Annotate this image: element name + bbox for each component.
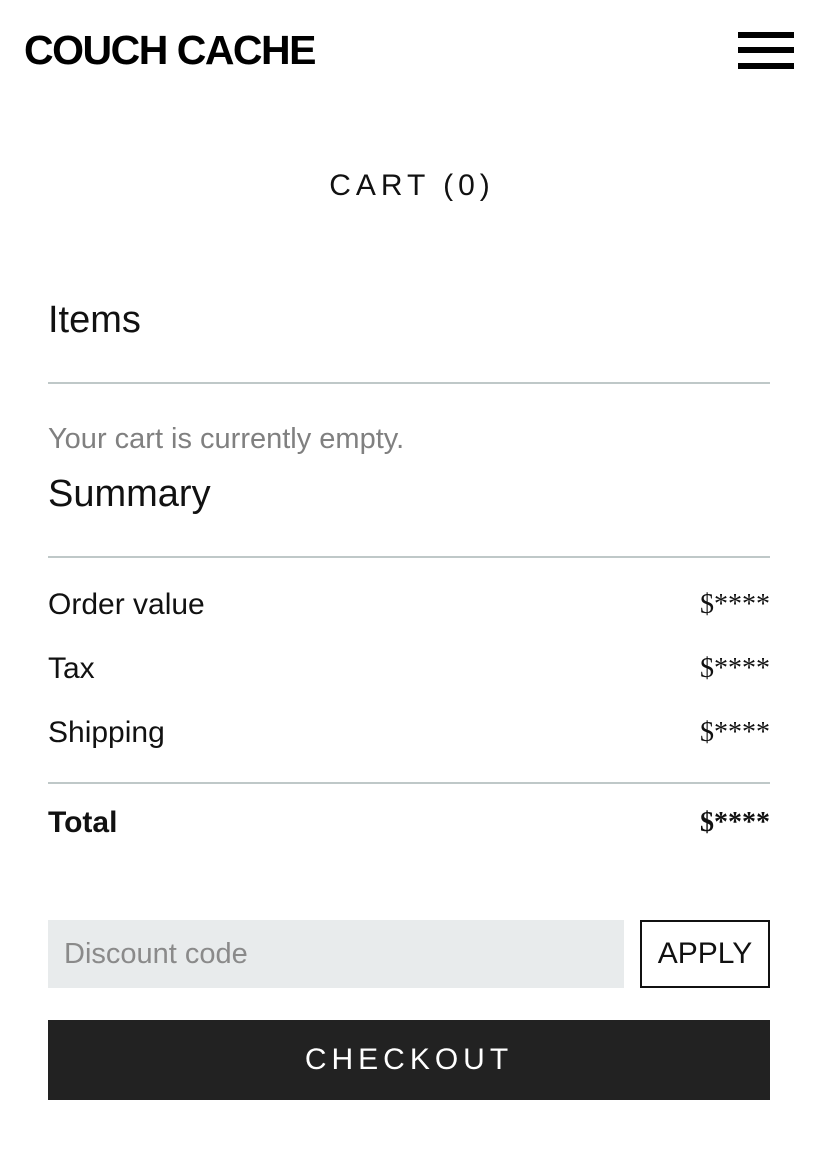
summary-row-label: Shipping (48, 716, 165, 749)
menu-bar-top (738, 32, 794, 38)
apply-discount-button[interactable]: APPLY (640, 920, 770, 988)
cart-title: CART (0) (329, 169, 495, 202)
summary-heading: Summary (48, 473, 211, 515)
summary-row-label: Order value (48, 588, 205, 621)
summary-row-value: $**** (700, 589, 770, 620)
summary-row-shipping: Shipping $**** (48, 713, 770, 753)
items-heading: Items (48, 299, 141, 341)
summary-row-label: Tax (48, 652, 95, 685)
total-label: Total (48, 806, 118, 839)
site-logo[interactable]: COUCH CACHE (24, 27, 317, 73)
hamburger-menu-icon[interactable] (738, 32, 794, 69)
summary-row-value: $**** (700, 653, 770, 684)
summary-row-tax: Tax $**** (48, 649, 770, 689)
empty-cart-message: Your cart is currently empty. (48, 423, 405, 455)
summary-row-order-value: Order value $**** (48, 585, 770, 625)
menu-bar-bottom (738, 63, 794, 69)
discount-code-input[interactable] (48, 920, 624, 988)
summary-divider (48, 556, 770, 558)
cart-page: COUCH CACHE CART (0) Items Your cart is … (0, 0, 824, 1152)
items-divider (48, 382, 770, 384)
summary-row-total: Total $**** (48, 803, 770, 843)
site-header: COUCH CACHE (0, 0, 824, 100)
total-divider (48, 782, 770, 784)
checkout-button[interactable]: CHECKOUT (48, 1020, 770, 1100)
summary-row-value: $**** (700, 717, 770, 748)
total-value: $**** (700, 807, 770, 838)
menu-bar-middle (738, 47, 794, 53)
